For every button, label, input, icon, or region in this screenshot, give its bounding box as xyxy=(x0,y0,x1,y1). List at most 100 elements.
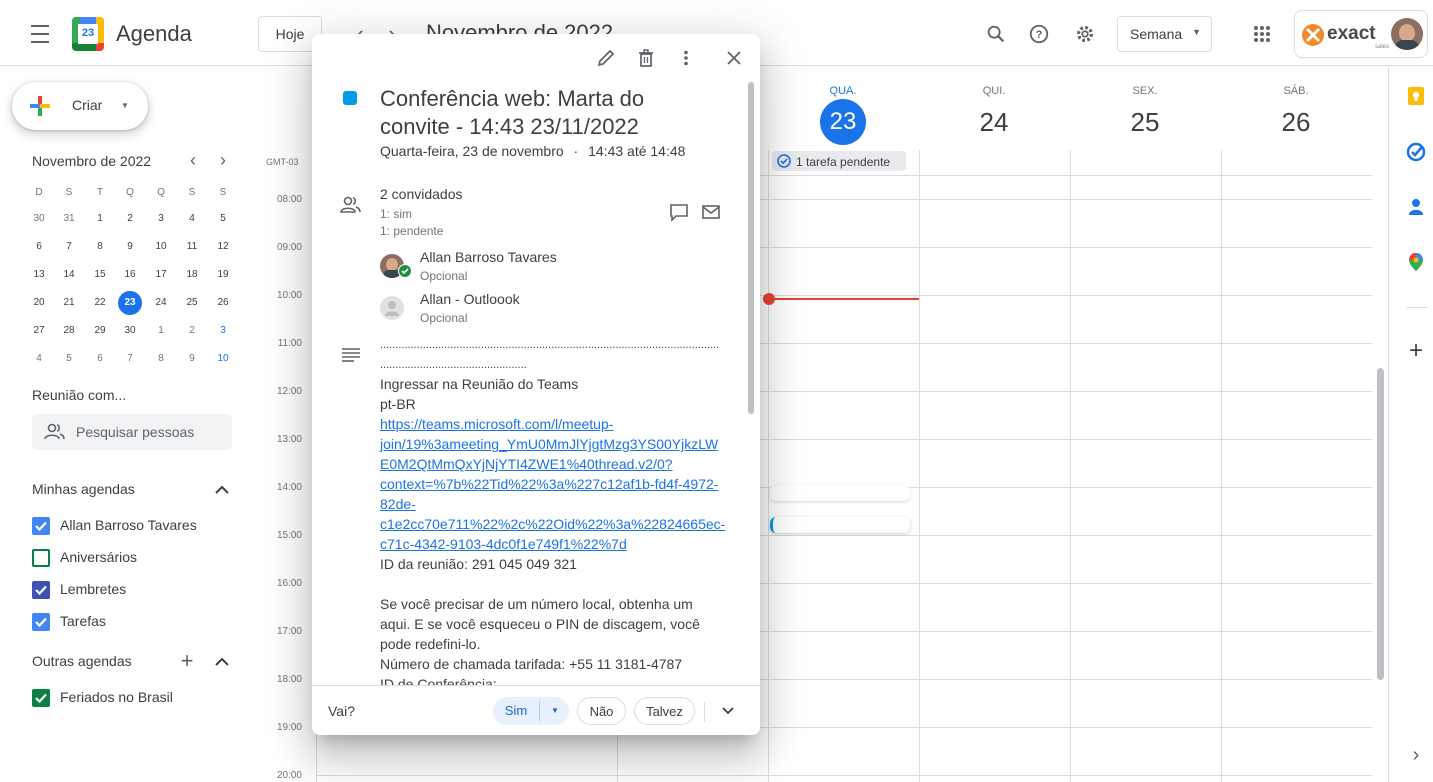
mini-calendar-day[interactable]: 9 xyxy=(118,235,142,259)
rsvp-maybe-button[interactable]: Talvez xyxy=(634,697,695,725)
close-button[interactable] xyxy=(724,48,744,68)
checkbox-checked-icon[interactable] xyxy=(32,517,50,535)
mini-calendar-day[interactable]: 6 xyxy=(27,235,51,259)
keep-icon[interactable] xyxy=(1406,86,1426,106)
checkbox-checked-icon[interactable] xyxy=(32,613,50,631)
add-addon-plus-icon[interactable]: + xyxy=(1406,339,1426,363)
brand-logo-icon xyxy=(1302,24,1324,46)
mini-calendar-day[interactable]: 7 xyxy=(118,347,142,371)
meeting-link[interactable]: 82de- xyxy=(380,494,416,514)
mini-calendar-day[interactable]: 25 xyxy=(180,291,204,315)
meeting-link[interactable]: https://teams.microsoft.com/l/meetup- xyxy=(380,414,613,434)
pending-task-chip[interactable]: 1 tarefa pendente xyxy=(772,151,906,171)
rsvp-no-button[interactable]: Não xyxy=(577,697,626,725)
mini-calendar-day[interactable]: 16 xyxy=(118,263,142,287)
account-avatar[interactable] xyxy=(1391,18,1423,50)
main-menu-button[interactable] xyxy=(20,14,60,54)
edit-button[interactable] xyxy=(596,48,616,68)
checkbox-checked-icon[interactable] xyxy=(32,581,50,599)
mini-calendar-day[interactable]: 22 xyxy=(88,291,112,315)
mini-calendar-day[interactable]: 4 xyxy=(27,347,51,371)
event-chip[interactable] xyxy=(770,485,910,501)
mini-calendar-day[interactable]: 5 xyxy=(57,347,81,371)
mini-calendar-day[interactable]: 27 xyxy=(27,319,51,343)
mini-calendar-day[interactable]: 6 xyxy=(88,347,112,371)
mini-calendar-day[interactable]: 1 xyxy=(88,207,112,231)
mini-prev-button[interactable]: ‹ xyxy=(183,150,203,172)
mini-calendar-day[interactable]: 19 xyxy=(211,263,235,287)
mini-calendar-day[interactable]: 8 xyxy=(149,347,173,371)
mini-calendar-day[interactable]: 11 xyxy=(180,235,204,259)
mini-calendar-day[interactable]: 29 xyxy=(88,319,112,343)
mini-calendar-day[interactable]: 12 xyxy=(211,235,235,259)
collapse-other-calendars-button[interactable] xyxy=(210,650,234,674)
rsvp-yes-options-caret-icon[interactable]: ▼ xyxy=(541,697,569,725)
mini-calendar-day[interactable]: 24 xyxy=(149,291,173,315)
meeting-link[interactable]: c71c-4342-9103-4dc0f1e749f1%22%7d xyxy=(380,534,627,554)
add-calendar-button[interactable]: + xyxy=(177,650,197,672)
day-number[interactable]: 24 xyxy=(919,107,1069,138)
mini-calendar-day[interactable]: 15 xyxy=(88,263,112,287)
calendar-logo-icon[interactable]: 23 xyxy=(72,17,104,51)
mini-calendar-day[interactable]: 30 xyxy=(118,319,142,343)
rsvp-yes-button[interactable]: Sim xyxy=(493,697,539,725)
more-options-button[interactable] xyxy=(676,48,696,68)
hour-label: 13:00 xyxy=(276,434,302,445)
settings-button[interactable] xyxy=(1065,14,1105,54)
day-number[interactable]: 25 xyxy=(1070,107,1220,138)
day-number-today[interactable]: 23 xyxy=(820,99,866,145)
tasks-icon[interactable] xyxy=(1406,142,1426,162)
mini-calendar-day[interactable]: 20 xyxy=(27,291,51,315)
grid-scrollbar[interactable] xyxy=(1377,368,1384,680)
day-number[interactable]: 26 xyxy=(1221,107,1371,138)
search-people-input[interactable]: Pesquisar pessoas xyxy=(32,414,232,450)
event-chip-selected[interactable] xyxy=(770,517,910,533)
meeting-link[interactable]: c1e2cc70e711%22%2c%22Oid%22%3a%22824665e… xyxy=(380,514,725,534)
mini-calendar-day[interactable]: 10 xyxy=(149,235,173,259)
mini-calendar-day[interactable]: 18 xyxy=(180,263,204,287)
mini-calendar-day[interactable]: 31 xyxy=(57,207,81,231)
mini-calendar-day[interactable]: 17 xyxy=(149,263,173,287)
account-box[interactable]: exact sales xyxy=(1294,10,1428,58)
mini-calendar-day[interactable]: 26 xyxy=(211,291,235,315)
contacts-icon[interactable] xyxy=(1406,197,1426,217)
mini-calendar-day[interactable]: 28 xyxy=(57,319,81,343)
mini-calendar-day[interactable]: 23 xyxy=(118,291,142,315)
help-button[interactable]: ? xyxy=(1019,14,1059,54)
mini-calendar-day[interactable]: 4 xyxy=(180,207,204,231)
popup-scrollbar[interactable] xyxy=(748,82,754,414)
mini-calendar-day[interactable]: 5 xyxy=(211,207,235,231)
email-guests-button[interactable] xyxy=(700,202,722,222)
message-guests-button[interactable] xyxy=(668,202,690,222)
view-select[interactable]: Semana ▼ xyxy=(1117,16,1212,52)
mini-calendar-day[interactable]: 14 xyxy=(57,263,81,287)
mini-calendar-day[interactable]: 2 xyxy=(118,207,142,231)
meeting-link[interactable]: E0M2QtMmQxYjNjYTI4ZWE1%40thread.v2/0? xyxy=(380,454,673,474)
calendar-list-item[interactable] xyxy=(24,606,234,638)
checkbox-checked-icon[interactable] xyxy=(32,689,50,707)
meeting-link[interactable]: join/19%3ameeting_YmU0MmJlYjgtMzg3YS00Yj… xyxy=(380,434,718,454)
maps-icon[interactable] xyxy=(1406,252,1426,272)
calendar-list-item[interactable] xyxy=(24,574,234,606)
meeting-link[interactable]: context=%7b%22Tid%22%3a%227c12af1b-fd4f-… xyxy=(380,474,718,494)
mini-calendar-day[interactable]: 9 xyxy=(180,347,204,371)
mini-next-button[interactable]: › xyxy=(213,150,233,172)
apps-button[interactable] xyxy=(1242,14,1282,54)
create-button[interactable]: Criar ▼ xyxy=(12,82,148,130)
mini-calendar-day[interactable]: 30 xyxy=(27,207,51,231)
mini-calendar-day[interactable]: 3 xyxy=(211,319,235,343)
mini-calendar-day[interactable]: 1 xyxy=(149,319,173,343)
checkbox-unchecked-icon[interactable] xyxy=(32,549,50,567)
mini-calendar-day[interactable]: 2 xyxy=(180,319,204,343)
mini-calendar-day[interactable]: 13 xyxy=(27,263,51,287)
search-button[interactable] xyxy=(976,14,1016,54)
rsvp-expand-button[interactable] xyxy=(718,700,738,720)
mini-calendar-day[interactable]: 10 xyxy=(211,347,235,371)
mini-calendar-day[interactable]: 3 xyxy=(149,207,173,231)
mini-calendar-day[interactable]: 21 xyxy=(57,291,81,315)
mini-calendar-day[interactable]: 8 xyxy=(88,235,112,259)
delete-button[interactable] xyxy=(636,48,656,68)
collapse-my-calendars-button[interactable] xyxy=(210,478,234,502)
mini-calendar-day[interactable]: 7 xyxy=(57,235,81,259)
expand-panel-chevron-icon[interactable]: › xyxy=(1406,745,1426,765)
